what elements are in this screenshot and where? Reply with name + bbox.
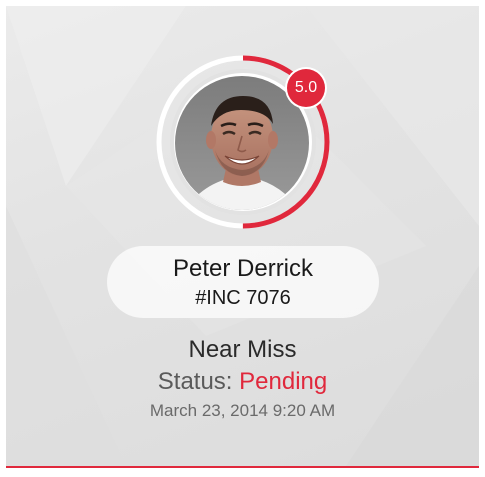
incident-id: #INC 7076 [195,287,291,309]
status-value: Pending [239,368,328,395]
incident-timestamp: March 23, 2014 9:20 AM [149,401,336,420]
card-accent-line [6,466,479,468]
person-name: Peter Derrick [172,255,314,282]
incident-type: Near Miss [188,336,297,363]
status-label: Status: [157,368,233,395]
rating-badge: 5.0 [287,69,325,107]
status-line: Status: Pending [0,368,485,396]
